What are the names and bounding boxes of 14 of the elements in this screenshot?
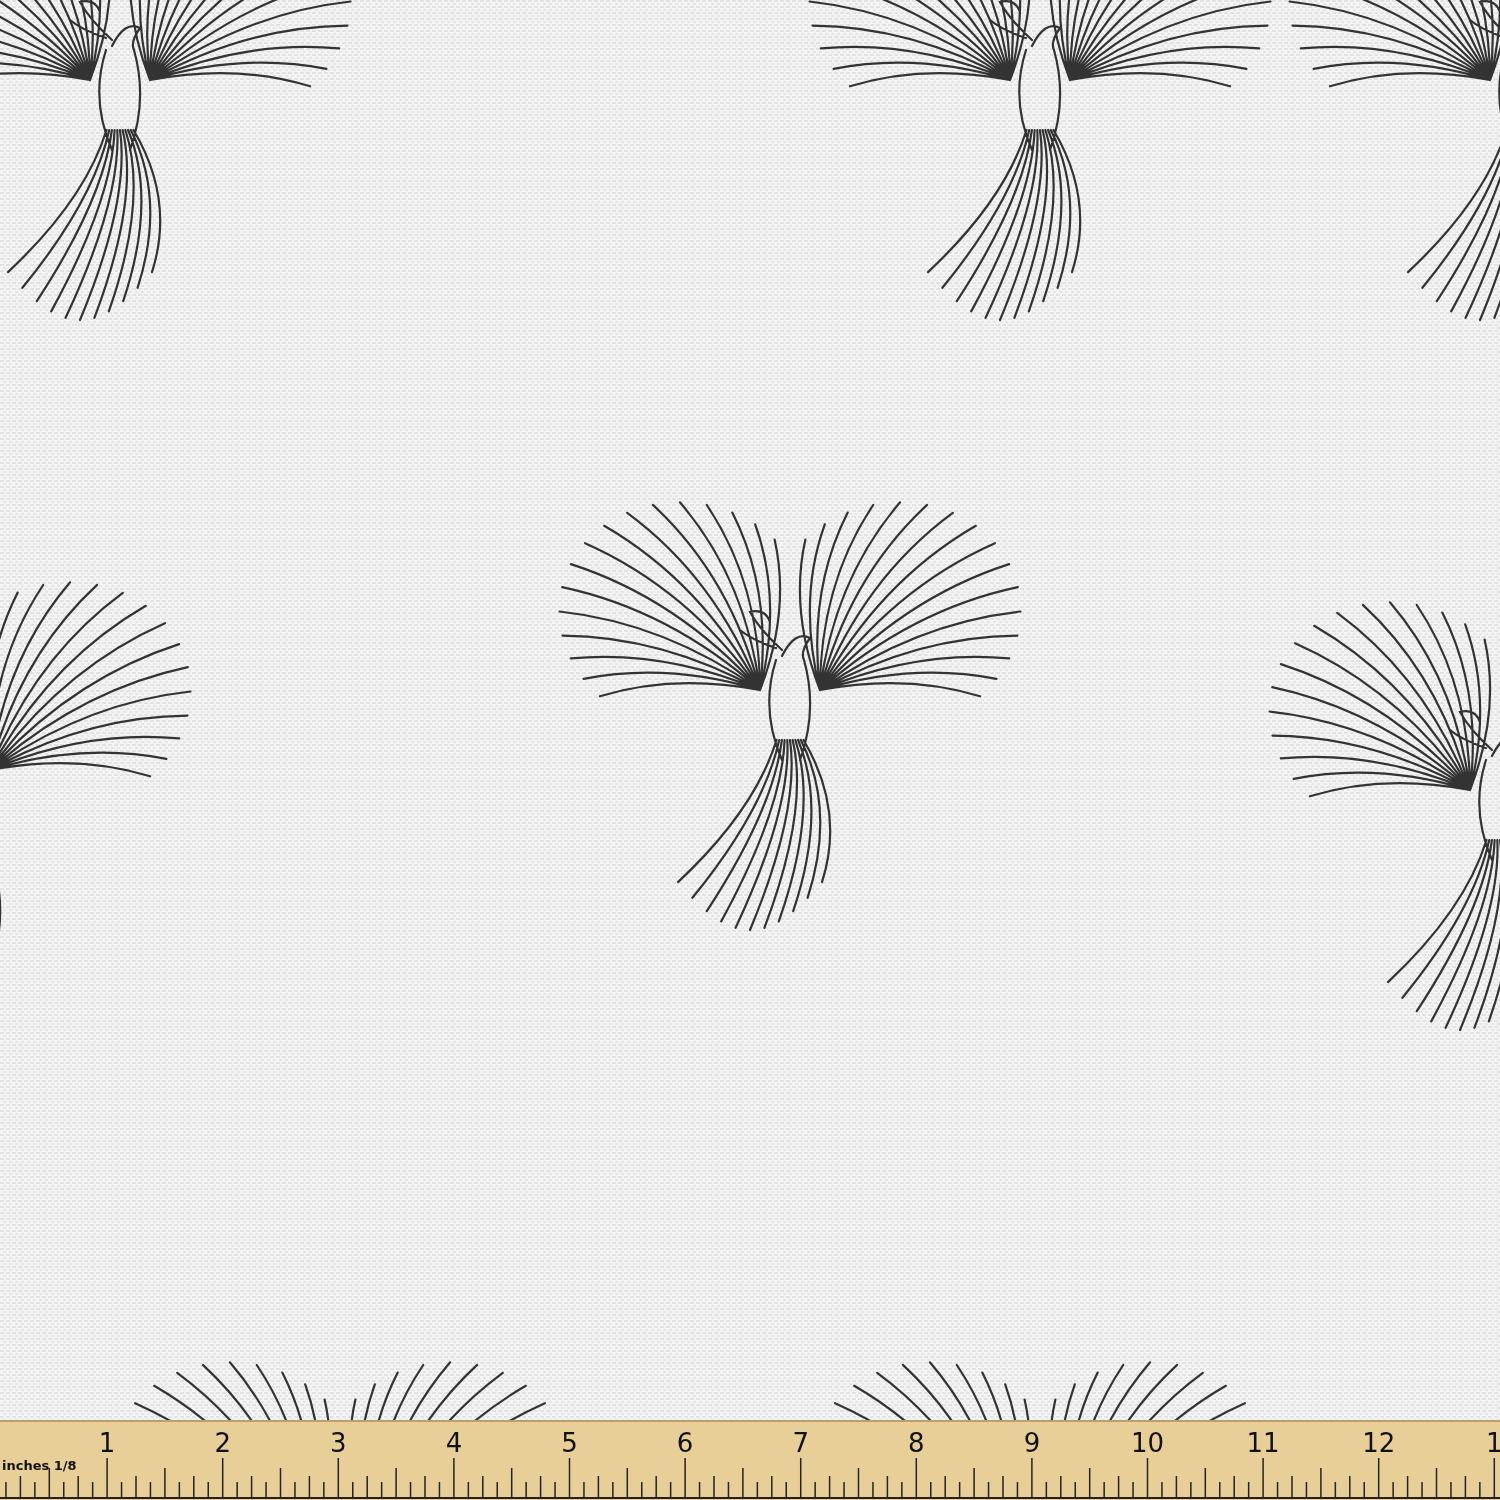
ruler-number: 1 — [98, 1428, 116, 1458]
ruler-number: 9 — [1023, 1428, 1041, 1458]
ruler-number: 1 — [1486, 1428, 1500, 1458]
ruler-number: 8 — [908, 1428, 925, 1458]
ruler-unit-label: inches 1/8 — [2, 1458, 77, 1473]
ruler-number: 10 — [1130, 1428, 1165, 1458]
ruler-number: 5 — [561, 1428, 578, 1458]
ruler-number: 4 — [445, 1428, 463, 1458]
ruler-number: 11 — [1246, 1428, 1280, 1458]
ruler-number: 2 — [214, 1428, 231, 1458]
ruler-number: 3 — [330, 1428, 347, 1458]
ruler-number: 12 — [1362, 1428, 1396, 1458]
ruler-number: 7 — [792, 1428, 809, 1458]
ruler-number: 6 — [676, 1428, 694, 1458]
